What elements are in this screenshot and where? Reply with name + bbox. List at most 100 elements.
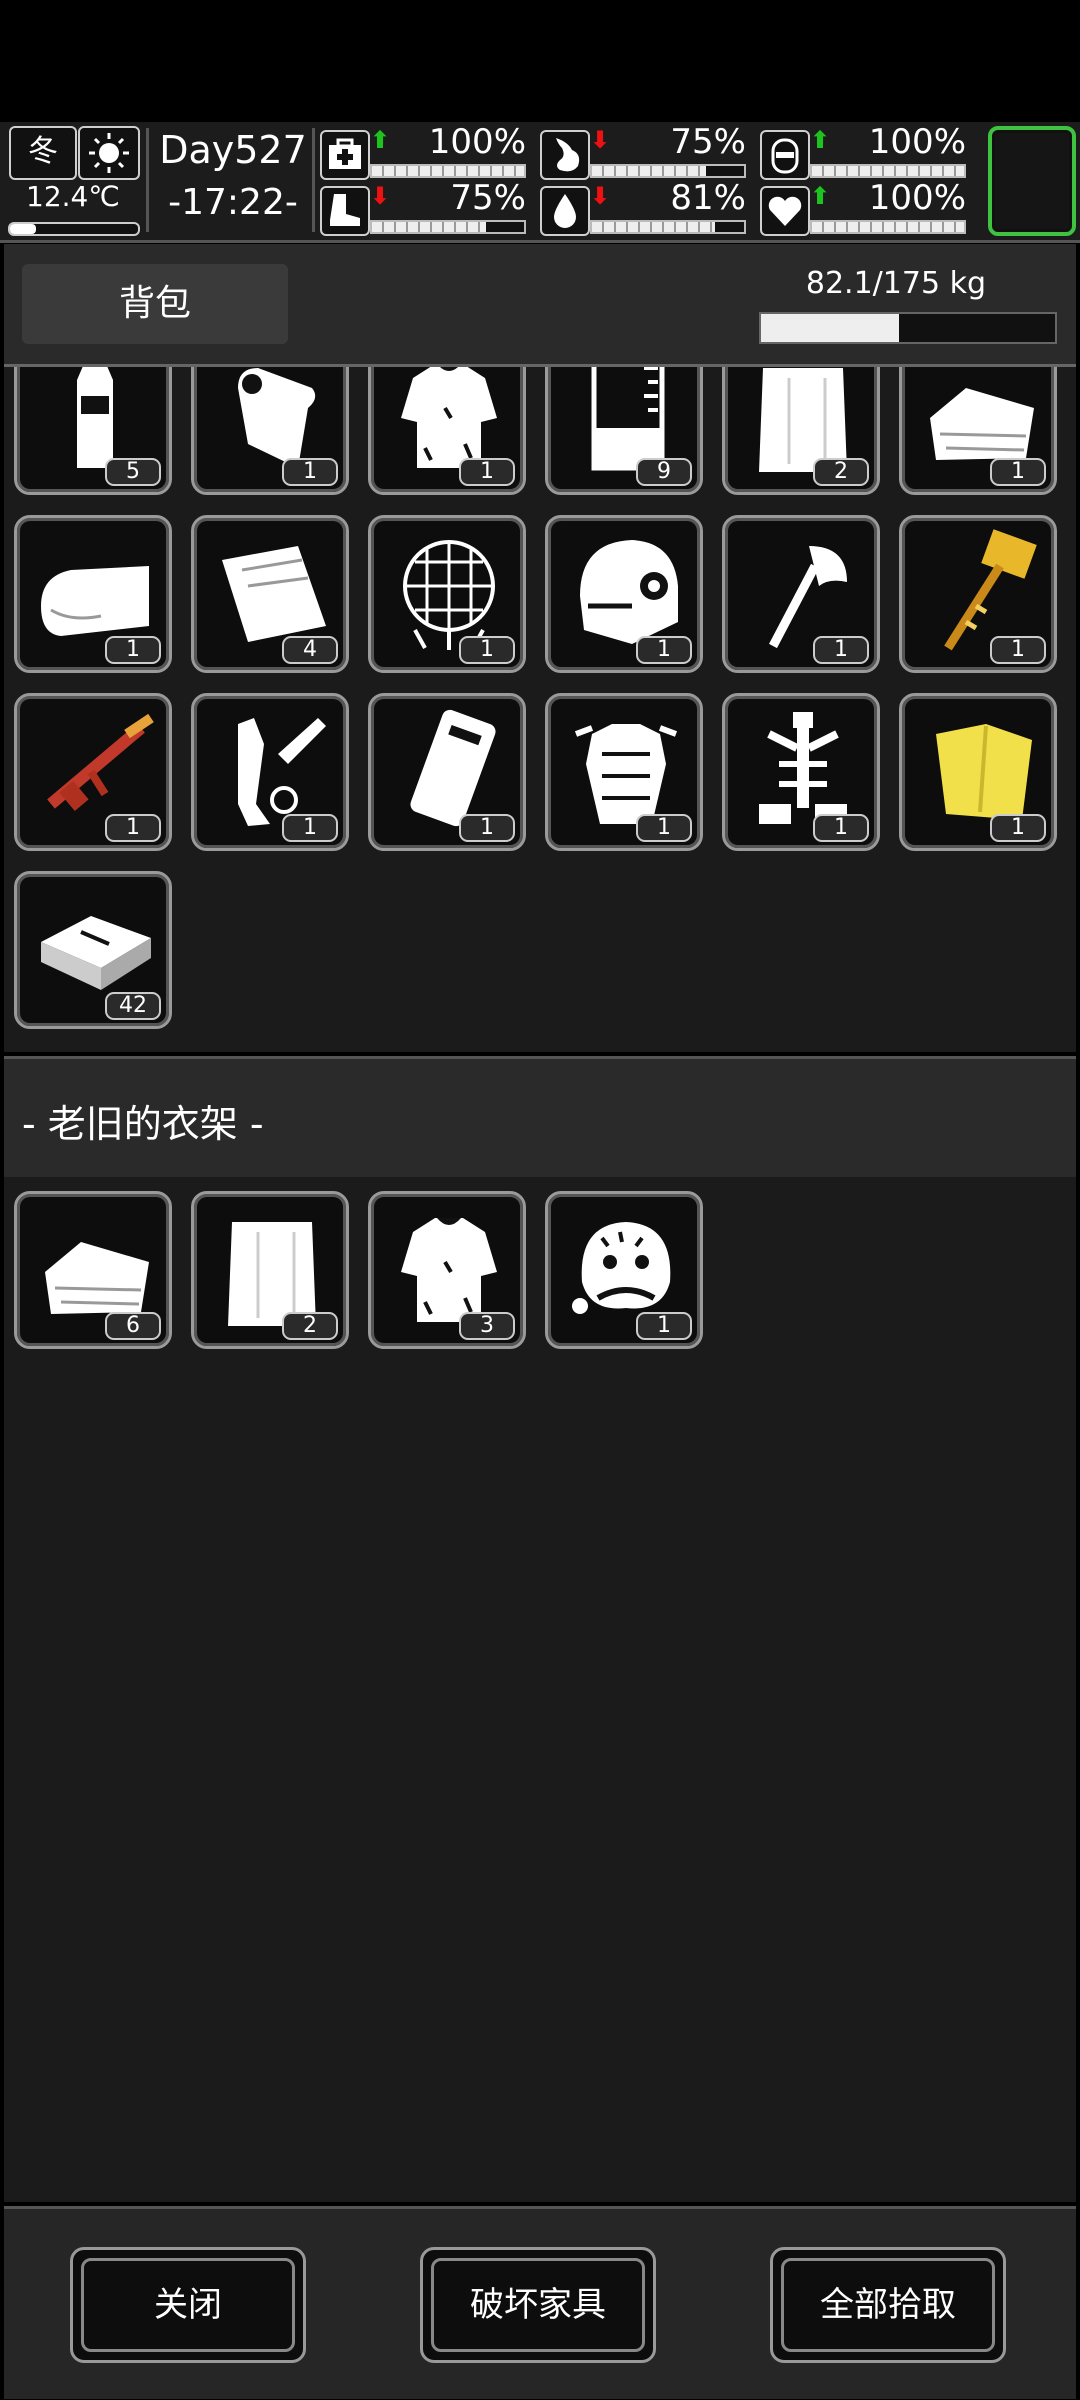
item-slot[interactable]: 2 xyxy=(191,1191,349,1349)
destroy-furniture-label: 破坏家具 xyxy=(431,2258,645,2352)
item-count-badge: 5 xyxy=(105,458,161,486)
item-slot[interactable]: 1 xyxy=(191,693,349,851)
towel-icon xyxy=(41,566,149,636)
item-slot[interactable]: 1 xyxy=(722,693,880,851)
season-label: 冬 xyxy=(28,134,58,169)
item-slot[interactable]: 1 xyxy=(899,693,1057,851)
bladder-value: 100% xyxy=(868,122,966,162)
item-slot[interactable]: 1 xyxy=(191,367,349,495)
stamina-stat: ⬇ 75% xyxy=(320,178,526,236)
close-button[interactable]: 关闭 xyxy=(70,2247,306,2363)
item-count-badge: 4 xyxy=(282,636,338,664)
item-slot[interactable]: 6 xyxy=(14,1191,172,1349)
phone-device-icon xyxy=(410,709,496,827)
body-armor-icon xyxy=(574,724,678,824)
item-slot[interactable]: 3 xyxy=(368,1191,526,1349)
trend-arrow: ⬆ xyxy=(370,126,391,154)
backpack-header: 背包 82.1/175 kg xyxy=(4,244,1076,367)
item-slot[interactable]: 1 xyxy=(545,515,703,673)
item-count-badge: 1 xyxy=(459,814,515,842)
action-bar: 关闭 破坏家具 全部拾取 xyxy=(4,2206,1076,2399)
thirst-value: 81% xyxy=(670,178,746,218)
item-count-badge: 1 xyxy=(636,1312,692,1340)
item-slot[interactable]: 1 xyxy=(899,515,1057,673)
item-slot[interactable]: 1 xyxy=(368,693,526,851)
temperature-label: 12.4℃ xyxy=(26,180,120,213)
item-count-badge: 1 xyxy=(282,458,338,486)
thirst-stat: ⬇ 81% xyxy=(540,178,746,236)
item-slot[interactable]: 1 xyxy=(14,693,172,851)
trend-arrow: ⬆ xyxy=(810,126,831,154)
item-count-badge: 42 xyxy=(105,992,161,1020)
yellow-raincoat-icon xyxy=(936,724,1032,820)
container-grid[interactable]: 6 2 3 1 xyxy=(4,1177,1076,2202)
game-clock: -17:22- xyxy=(168,182,298,223)
net-icon xyxy=(403,540,495,650)
equipped-slot[interactable] xyxy=(988,126,1076,236)
item-count-badge: 1 xyxy=(990,814,1046,842)
item-count-badge: 9 xyxy=(636,458,692,486)
item-count-badge: 1 xyxy=(813,636,869,664)
trend-arrow: ⬇ xyxy=(590,126,611,154)
item-count-badge: 1 xyxy=(459,458,515,486)
item-count-badge: 2 xyxy=(282,1312,338,1340)
mood-value: 100% xyxy=(868,178,966,218)
item-slot[interactable]: 1 xyxy=(899,367,1057,495)
item-slot[interactable]: 1 xyxy=(545,1191,703,1349)
item-slot[interactable]: 1 xyxy=(14,515,172,673)
item-slot[interactable]: 1 xyxy=(545,693,703,851)
cash-box-icon xyxy=(41,916,151,990)
item-count-badge: 1 xyxy=(636,636,692,664)
bladder-stat: ⬆ 100% xyxy=(760,122,966,180)
sack-icon xyxy=(228,1222,316,1326)
item-count-badge: 6 xyxy=(105,1312,161,1340)
sun-icon xyxy=(78,126,140,180)
item-count-badge: 1 xyxy=(636,814,692,842)
item-slot[interactable]: 42 xyxy=(14,871,172,1029)
stamina-value: 75% xyxy=(450,178,526,218)
close-button-label: 关闭 xyxy=(81,2258,295,2352)
item-count-badge: 3 xyxy=(459,1312,515,1340)
status-hud: 冬 12.4℃ Day527 -17:22- ⬆ 100% ⬇ 75% ⬆ 10… xyxy=(0,122,1080,243)
item-slot[interactable]: 1 xyxy=(368,367,526,495)
heart-icon xyxy=(760,186,810,236)
item-count-badge: 1 xyxy=(990,636,1046,664)
season-indicator: 冬 xyxy=(9,126,77,180)
destroy-furniture-button[interactable]: 破坏家具 xyxy=(420,2247,656,2363)
trend-arrow: ⬇ xyxy=(370,182,391,210)
weight-label: 82.1/175 kg xyxy=(805,266,986,301)
exoskeleton-icon xyxy=(759,712,847,824)
backpack-tab[interactable]: 背包 xyxy=(22,264,288,344)
take-all-button[interactable]: 全部拾取 xyxy=(770,2247,1006,2363)
health-stat: ⬆ 100% xyxy=(320,122,526,180)
backpack-grid[interactable]: 5 1 1 9 2 1 1 4 1 1 1 1 1 1 1 1 1 1 42 xyxy=(4,367,1076,1052)
item-slot[interactable]: 1 xyxy=(368,515,526,673)
item-slot[interactable]: 1 xyxy=(722,515,880,673)
item-slot[interactable]: 4 xyxy=(191,515,349,673)
hunger-value: 75% xyxy=(670,122,746,162)
golden-hammer-icon xyxy=(944,529,1037,651)
container-header: - 老旧的衣架 - xyxy=(4,1056,1076,1180)
boot-icon xyxy=(320,186,370,236)
hunger-stat: ⬇ 75% xyxy=(540,122,746,180)
wrap-food-icon xyxy=(222,546,326,642)
item-slot[interactable]: 5 xyxy=(14,367,172,495)
item-slot[interactable]: 9 xyxy=(545,367,703,495)
crossbow-parts-icon xyxy=(238,718,326,826)
item-count-badge: 2 xyxy=(813,458,869,486)
item-count-badge: 1 xyxy=(105,636,161,664)
weight-bar xyxy=(759,312,1057,344)
item-count-badge: 1 xyxy=(282,814,338,842)
red-rifle-icon xyxy=(47,713,154,811)
item-slot[interactable]: 2 xyxy=(722,367,880,495)
helmet-icon xyxy=(580,540,678,644)
water-drop-icon xyxy=(540,186,590,236)
medkit-icon xyxy=(320,130,370,180)
axe-icon xyxy=(769,546,847,649)
take-all-label: 全部拾取 xyxy=(781,2258,995,2352)
day-counter: Day527 xyxy=(159,128,307,172)
trend-arrow: ⬇ xyxy=(590,182,611,210)
ragged-shirt-icon xyxy=(401,1218,497,1322)
item-count-badge: 1 xyxy=(813,814,869,842)
animal-hat-icon xyxy=(572,1222,671,1314)
